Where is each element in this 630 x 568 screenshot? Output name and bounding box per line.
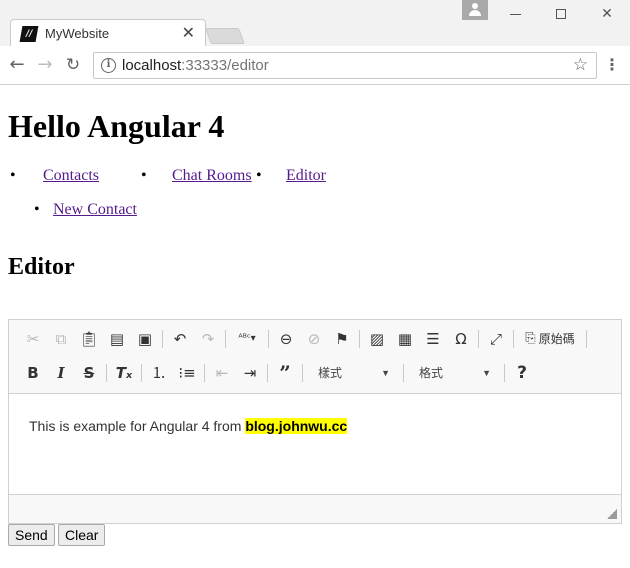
chevron-down-icon: ▼: [482, 368, 491, 378]
source-icon: ⎘: [525, 331, 536, 346]
toolbar-separator: [359, 330, 360, 348]
styles-dropdown-label: 樣式: [318, 366, 343, 380]
star-icon[interactable]: ☆: [573, 55, 588, 76]
close-icon[interactable]: ✕: [182, 24, 195, 42]
remove-format-icon[interactable]: Tₓ: [110, 361, 138, 385]
editor-body-text: This is example for Angular 4 from: [29, 418, 246, 434]
link-icon[interactable]: ⊖: [272, 327, 300, 351]
editor-status-bar: [9, 494, 621, 523]
arrow-left-icon[interactable]: ←: [6, 54, 28, 76]
window-close-button[interactable]: ✕: [592, 4, 622, 24]
browser-titlebar: // MyWebsite ✕ ✕: [0, 0, 630, 47]
resize-handle-icon[interactable]: [607, 509, 617, 519]
horizontal-rule-icon[interactable]: ☰: [419, 327, 447, 351]
info-icon[interactable]: i: [101, 58, 116, 73]
paste-icon[interactable]: 📋︎: [75, 327, 103, 351]
numbered-list-icon[interactable]: ⒈: [145, 361, 173, 385]
toolbar-separator: [106, 364, 107, 382]
reload-icon[interactable]: ↻: [62, 54, 84, 76]
undo-icon[interactable]: ↶: [166, 327, 194, 351]
help-icon[interactable]: ?: [508, 361, 536, 385]
browser-tab[interactable]: // MyWebsite ✕: [10, 19, 206, 47]
toolbar-separator: [504, 364, 505, 382]
bulleted-list-icon[interactable]: ⁝≡: [173, 361, 201, 385]
table-icon[interactable]: ▦: [391, 327, 419, 351]
toolbar-separator: [225, 330, 226, 348]
editor-content-area[interactable]: This is example for Angular 4 from blog.…: [9, 395, 621, 495]
toolbar-row-2: B I S Tₓ ⒈ ⁝≡ ⇤ ⇥ ” 樣式 ▼ 格式 ▼ ?: [19, 360, 536, 386]
arrow-right-icon[interactable]: →: [34, 54, 56, 76]
styles-dropdown[interactable]: 樣式 ▼: [310, 361, 396, 385]
paste-word-icon[interactable]: ▣: [131, 327, 159, 351]
maximize-icon[interactable]: ⤢: [482, 327, 510, 351]
page-title: Hello Angular 4: [8, 108, 225, 144]
toolbar-row-1: ✂ ⧉ 📋︎ ▤ ▣ ↶ ↷ ᴬᴮᶜ▾ ⊖ ⊘ ⚑ ▨ ▦ ☰ Ω ⤢ ⎘ 原始碼: [19, 326, 590, 352]
url-text[interactable]: localhost:33333/editor: [122, 57, 269, 75]
toolbar-separator: [302, 364, 303, 382]
outdent-icon[interactable]: ⇤: [208, 361, 236, 385]
minimize-button[interactable]: [500, 4, 530, 24]
editor-toolbar: ✂ ⧉ 📋︎ ▤ ▣ ↶ ↷ ᴬᴮᶜ▾ ⊖ ⊘ ⚑ ▨ ▦ ☰ Ω ⤢ ⎘ 原始碼: [9, 320, 621, 394]
toolbar-separator: [403, 364, 404, 382]
browser-toolbar: ← → ↻ i localhost:33333/editor ☆ ⋮: [0, 46, 630, 85]
url-path: :33333/editor: [181, 57, 269, 74]
nav-link-chat-rooms[interactable]: Chat Rooms: [172, 166, 252, 186]
paste-text-icon[interactable]: ▤: [103, 327, 131, 351]
image-icon[interactable]: ▨: [363, 327, 391, 351]
format-dropdown[interactable]: 格式 ▼: [411, 361, 497, 385]
toolbar-separator: [267, 364, 268, 382]
special-char-icon[interactable]: Ω: [447, 327, 475, 351]
toolbar-separator: [204, 364, 205, 382]
url-host: localhost: [122, 57, 182, 74]
clear-button[interactable]: Clear: [58, 524, 106, 546]
copy-icon[interactable]: ⧉: [47, 327, 75, 351]
address-bar[interactable]: i localhost:33333/editor ☆: [93, 52, 597, 79]
tab-title: MyWebsite: [45, 26, 110, 41]
chevron-down-icon: ▼: [381, 368, 390, 378]
spellcheck-icon[interactable]: ᴬᴮᶜ▾: [229, 327, 265, 351]
rich-text-editor: ✂ ⧉ 📋︎ ▤ ▣ ↶ ↷ ᴬᴮᶜ▾ ⊖ ⊘ ⚑ ▨ ▦ ☰ Ω ⤢ ⎘ 原始碼: [8, 319, 622, 524]
unlink-icon[interactable]: ⊘: [300, 327, 328, 351]
indent-icon[interactable]: ⇥: [236, 361, 264, 385]
nav-link-new-contact[interactable]: New Contact: [53, 200, 137, 220]
source-label: 原始碼: [538, 332, 575, 346]
send-button[interactable]: Send: [8, 524, 55, 546]
user-icon[interactable]: [462, 0, 488, 20]
anchor-flag-icon[interactable]: ⚑: [328, 327, 356, 351]
nav-link-contacts[interactable]: Contacts: [43, 166, 99, 186]
toolbar-separator: [478, 330, 479, 348]
toolbar-separator: [141, 364, 142, 382]
toolbar-separator: [586, 330, 587, 348]
format-dropdown-label: 格式: [419, 366, 444, 380]
redo-icon[interactable]: ↷: [194, 327, 222, 351]
source-button[interactable]: ⎘ 原始碼: [517, 327, 583, 351]
blockquote-icon[interactable]: ”: [271, 361, 299, 385]
italic-icon[interactable]: I: [47, 361, 75, 385]
bold-icon[interactable]: B: [19, 361, 47, 385]
editor-highlighted-link-text: blog.johnwu.cc: [245, 418, 348, 434]
cut-icon[interactable]: ✂: [19, 327, 47, 351]
new-tab-button[interactable]: [205, 28, 245, 44]
toolbar-separator: [513, 330, 514, 348]
toolbar-separator: [268, 330, 269, 348]
section-heading: Editor: [8, 254, 75, 280]
toolbar-separator: [162, 330, 163, 348]
maximize-button[interactable]: [546, 4, 576, 24]
kebab-menu-icon[interactable]: ⋮: [604, 54, 620, 76]
nav-link-editor[interactable]: Editor: [286, 166, 326, 186]
site-favicon-icon: //: [19, 26, 39, 42]
strikethrough-icon[interactable]: S: [75, 361, 103, 385]
